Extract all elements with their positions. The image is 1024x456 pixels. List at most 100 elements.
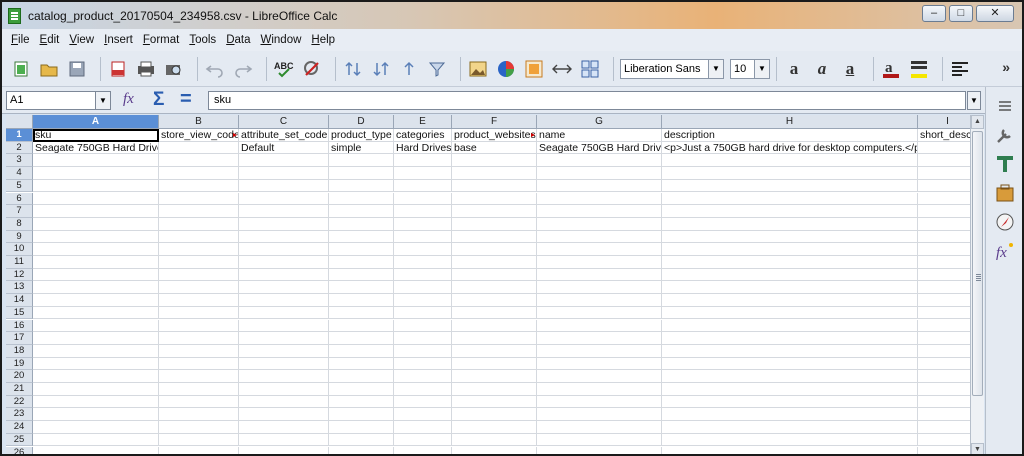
cell-a20[interactable] [33,370,159,383]
cell-c3[interactable] [239,154,329,168]
cell-d2[interactable]: simple [329,141,394,155]
cell-i15[interactable] [918,307,970,320]
function-wizard-icon[interactable]: fx [123,91,134,108]
cell-e19[interactable] [394,357,452,371]
gallery-icon[interactable] [994,182,1016,204]
cell-a14[interactable] [33,294,159,307]
cell-g3[interactable] [537,154,662,168]
column-header[interactable]: I [918,115,970,129]
cell-c25[interactable] [239,433,329,447]
sum-icon[interactable]: Σ [153,89,164,111]
cell-c10[interactable] [239,243,329,256]
cell-g15[interactable] [537,306,662,320]
cell-h7[interactable] [662,205,918,218]
cell-e17[interactable] [394,332,452,345]
cell-f24[interactable] [452,421,537,434]
cell-c16[interactable] [239,319,329,333]
cell-h9[interactable] [662,230,918,244]
row-header[interactable]: 25 [6,433,33,447]
row-header[interactable]: 7 [6,205,33,218]
cell-d24[interactable] [329,421,394,434]
cell-g2[interactable]: Seagate 750GB Hard Drive [537,141,662,155]
bold-icon[interactable]: a [783,58,805,80]
print-icon[interactable] [135,58,157,80]
column-header[interactable]: G [537,115,662,129]
cell-a1[interactable]: sku [33,129,159,142]
cell-a2[interactable]: Seagate 750GB Hard Drive [33,141,159,155]
cell-b21[interactable] [159,383,239,396]
cell-c17[interactable] [239,332,329,345]
row-header[interactable]: 17 [6,332,33,345]
cell-a12[interactable] [33,268,159,282]
cell-d5[interactable] [329,179,394,193]
cell-b12[interactable] [159,268,239,282]
cell-f14[interactable] [452,294,537,307]
cell-h21[interactable] [662,383,918,396]
cell-g24[interactable] [537,421,662,434]
cell-g17[interactable] [537,332,662,345]
cell-f17[interactable] [452,332,537,345]
cell-i3[interactable] [918,154,970,168]
cell-e4[interactable] [394,167,452,180]
cell-b1[interactable]: store_view_code [159,129,239,142]
row-header[interactable]: 13 [6,281,33,295]
cell-c11[interactable] [239,256,329,269]
cell-i24[interactable] [918,421,970,434]
cell-b14[interactable] [159,294,239,307]
menu-insert[interactable]: Insert [99,34,138,46]
cell-d22[interactable] [329,395,394,409]
cell-a25[interactable] [33,433,159,447]
cell-e24[interactable] [394,421,452,434]
autospell-icon[interactable] [301,58,323,80]
cell-g7[interactable] [537,205,662,218]
cell-f8[interactable] [452,217,537,231]
cell-f16[interactable] [452,319,537,333]
cell-d1[interactable]: product_type [329,129,394,142]
minimize-button[interactable]: – [922,5,946,22]
cell-e1[interactable]: categories [394,129,452,142]
cell-i22[interactable] [918,396,970,409]
cell-i25[interactable] [918,434,970,447]
cell-h6[interactable] [662,192,918,206]
menu-edit[interactable]: Edit [35,34,65,46]
cell-c4[interactable] [239,167,329,180]
cell-f9[interactable] [452,230,537,244]
save-icon[interactable] [66,58,88,80]
cell-a23[interactable] [33,408,159,422]
cell-a26[interactable] [33,446,159,454]
toolbar-overflow-icon[interactable]: » [1002,59,1010,75]
cell-g25[interactable] [537,433,662,447]
cell-g12[interactable] [537,268,662,282]
cell-g16[interactable] [537,319,662,333]
row-header[interactable]: 24 [6,421,33,434]
cell-g10[interactable] [537,243,662,256]
cell-i11[interactable] [918,256,970,269]
cell-a11[interactable] [33,256,159,269]
cell-d10[interactable] [329,243,394,256]
cell-c24[interactable] [239,421,329,434]
cell-d26[interactable] [329,446,394,454]
cell-b16[interactable] [159,319,239,333]
cell-g1[interactable]: name [537,129,662,142]
cell-d4[interactable] [329,167,394,180]
cell-a21[interactable] [33,383,159,396]
cell-b4[interactable] [159,167,239,180]
column-header[interactable]: C [239,115,329,129]
cell-f10[interactable] [452,243,537,256]
cell-b17[interactable] [159,332,239,345]
cell-h18[interactable] [662,344,918,358]
cell-a3[interactable] [33,154,159,168]
cell-b23[interactable] [159,408,239,422]
cell-e6[interactable] [394,192,452,206]
undo-icon[interactable] [204,58,226,80]
cell-d16[interactable] [329,319,394,333]
cell-i7[interactable] [918,205,970,218]
cell-i16[interactable] [918,320,970,333]
cell-c12[interactable] [239,268,329,282]
cell-g18[interactable] [537,344,662,358]
font-size-select[interactable]: 10 ▼ [730,58,770,79]
cell-e18[interactable] [394,344,452,358]
cell-i13[interactable] [918,281,970,295]
row-header[interactable]: 16 [6,319,33,333]
cell-i19[interactable] [918,358,970,371]
